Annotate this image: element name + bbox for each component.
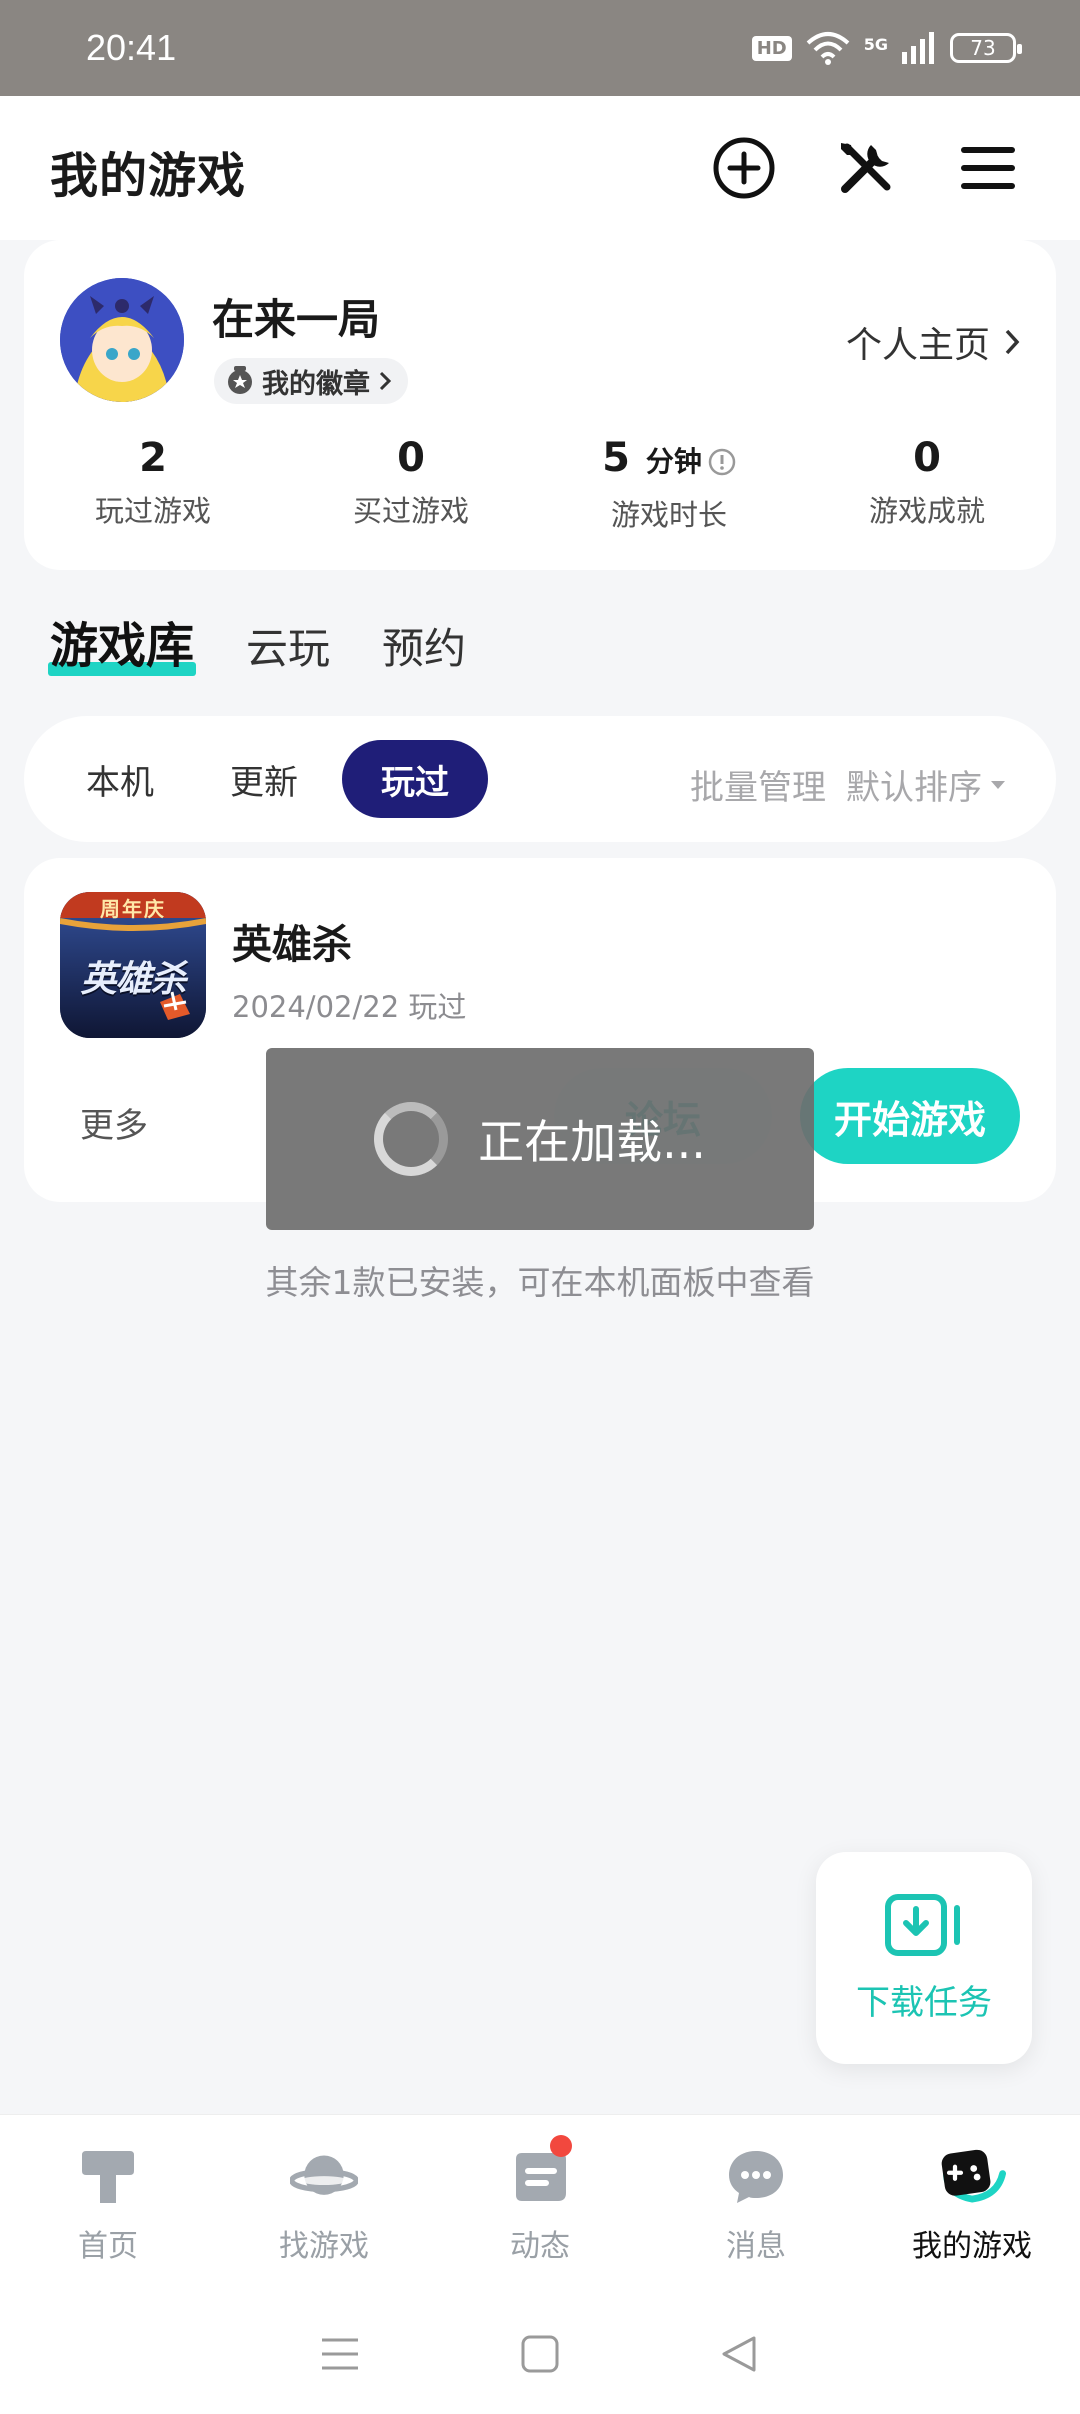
status-bar: 20:41 HD 5G 73 [0, 0, 1080, 96]
nav-item-my-games[interactable]: 我的游戏 [864, 2115, 1080, 2294]
nav-label: 我的游戏 [912, 2229, 1032, 2264]
info-icon[interactable] [708, 448, 736, 476]
more-button[interactable]: 更多 [80, 1098, 148, 1147]
stat-value: 5 [602, 435, 630, 481]
menu-button[interactable] [950, 130, 1026, 206]
game-icon[interactable]: 周年庆 英雄杀 [60, 892, 206, 1038]
message-icon [722, 2143, 790, 2211]
stat-games-played[interactable]: 2 玩过游戏 [24, 430, 282, 534]
status-icons: HD 5G 73 [751, 31, 1022, 65]
hamburger-menu-icon [961, 147, 1015, 189]
download-tasks-button[interactable]: 下载任务 [816, 1852, 1032, 2064]
personal-homepage-link[interactable]: 个人主页 [846, 316, 1020, 368]
stat-unit: 分钟 [645, 445, 702, 478]
nav-item-home[interactable]: 首页 [0, 2115, 216, 2294]
download-icon [885, 1893, 960, 1956]
nav-item-feed[interactable]: 动态 [432, 2115, 648, 2294]
stat-value: 0 [913, 435, 941, 481]
tab-reservations[interactable]: 预约 [382, 615, 466, 676]
stat-achievements[interactable]: 0 游戏成就 [798, 430, 1056, 534]
network-type: 5G [863, 35, 888, 54]
stat-games-bought[interactable]: 0 买过游戏 [282, 430, 540, 534]
filter-bar: 本机 更新 玩过 批量管理 默认排序 [24, 716, 1056, 842]
top-bar: 我的游戏 [0, 96, 1080, 240]
home-icon [74, 2143, 142, 2211]
nav-item-find-games[interactable]: 找游戏 [216, 2115, 432, 2294]
batch-manage-button[interactable]: 批量管理 [690, 760, 826, 809]
my-badges-label: 我的徽章 [262, 368, 370, 400]
add-game-button[interactable] [706, 130, 782, 206]
game-icon-banner: 周年庆 [100, 897, 166, 921]
filter-tab-played[interactable]: 玩过 [342, 740, 488, 818]
filter-tab-updates[interactable]: 更新 [204, 740, 324, 818]
hd-icon: HD [751, 35, 792, 61]
nav-label: 动态 [510, 2229, 570, 2264]
loading-spinner-icon [374, 1102, 449, 1176]
chevron-right-icon [1005, 329, 1020, 355]
start-game-button[interactable]: 开始游戏 [800, 1068, 1020, 1164]
profile-stats: 2 玩过游戏 0 买过游戏 5 分钟 游戏时长 0 游戏成就 [24, 430, 1056, 534]
loading-text: 正在加载... [478, 1115, 706, 1169]
medal-icon [228, 366, 252, 394]
nav-label: 首页 [78, 2229, 138, 2264]
chevron-right-icon [379, 371, 392, 391]
library-tabs: 游戏库 云玩 预约 [47, 606, 466, 676]
caret-down-icon [991, 780, 1005, 789]
username: 在来一局 [212, 295, 381, 344]
stat-play-time[interactable]: 5 分钟 游戏时长 [540, 430, 798, 534]
personal-homepage-label: 个人主页 [845, 325, 990, 366]
stat-label: 买过游戏 [352, 494, 469, 528]
status-time: 20:41 [86, 27, 177, 68]
battery-level: 73 [970, 36, 996, 60]
signal-icon [902, 32, 934, 64]
page-title: 我的游戏 [50, 148, 247, 204]
battery-icon: 73 [950, 33, 1022, 63]
game-icon-title: 英雄杀 [80, 958, 186, 1000]
game-name: 英雄杀 [232, 922, 352, 968]
planet-icon [290, 2143, 358, 2211]
profile-card: 在来一局 我的徽章 个人主页 2 玩过游戏 0 买过游戏 5 分钟 游戏时长 0… [24, 240, 1056, 570]
stat-label: 游戏时长 [610, 498, 727, 532]
my-badges-button[interactable]: 我的徽章 [214, 358, 408, 404]
tools-button[interactable] [828, 130, 904, 206]
tools-icon [841, 143, 891, 193]
avatar-image [60, 278, 184, 402]
recents-menu-icon[interactable] [320, 2336, 360, 2372]
loading-toast: 正在加载... [266, 1048, 814, 1230]
tab-game-library[interactable]: 游戏库 [47, 606, 197, 676]
filter-tab-local[interactable]: 本机 [60, 740, 180, 818]
installed-note: 其余1款已安装，可在本机面板中查看 [265, 1263, 815, 1302]
nav-label: 消息 [726, 2229, 786, 2264]
wifi-icon [806, 32, 850, 65]
game-played-date: 2024/02/22 玩过 [232, 990, 467, 1024]
stat-label: 玩过游戏 [94, 494, 211, 528]
nav-label: 找游戏 [279, 2229, 369, 2264]
home-square-icon[interactable] [520, 2334, 560, 2374]
nav-item-messages[interactable]: 消息 [648, 2115, 864, 2294]
download-tasks-label: 下载任务 [856, 1982, 992, 2023]
stat-value: 0 [397, 435, 425, 481]
avatar[interactable] [60, 278, 184, 402]
system-nav-bar [0, 2294, 1080, 2414]
gamepad-icon [938, 2143, 1006, 2211]
plus-circle-icon [713, 137, 775, 199]
sort-dropdown[interactable]: 默认排序 [846, 760, 1006, 809]
bottom-nav: 首页 找游戏 动态 消息 我的游戏 [0, 2114, 1080, 2294]
stat-value: 2 [139, 435, 167, 481]
stat-label: 游戏成就 [868, 494, 985, 528]
back-triangle-icon[interactable] [720, 2334, 760, 2374]
filter-actions: 批量管理 默认排序 [690, 760, 1006, 809]
notification-dot [550, 2135, 572, 2157]
sort-label: 默认排序 [846, 768, 982, 808]
tab-cloud-play[interactable]: 云玩 [246, 615, 330, 676]
